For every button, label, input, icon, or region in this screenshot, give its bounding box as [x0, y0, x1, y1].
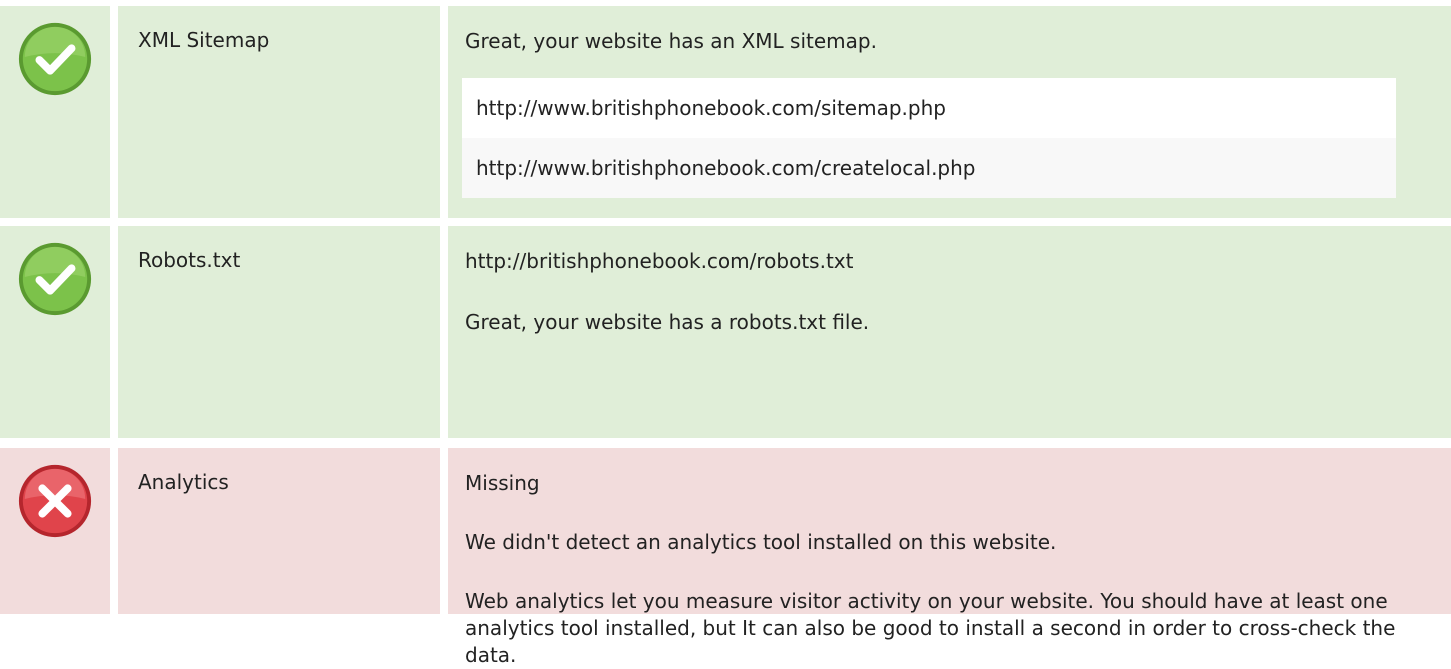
analytics-status: Missing: [465, 471, 540, 495]
check-name-cell: Robots.txt: [118, 226, 440, 438]
sitemap-url-list: http://www.britishphonebook.com/sitemap.…: [462, 78, 1396, 198]
sitemap-url[interactable]: http://www.britishphonebook.com/createlo…: [462, 138, 1396, 198]
check-detail-cell: Missing We didn't detect an analytics to…: [448, 448, 1451, 667]
check-circle-icon: [18, 22, 92, 96]
check-name-cell: XML Sitemap: [118, 6, 440, 218]
status-cell: [0, 6, 110, 218]
seo-checks-table: XML Sitemap Great, your website has an X…: [0, 0, 1451, 667]
status-cell: [0, 226, 110, 438]
check-detail-cell: Great, your website has an XML sitemap. …: [448, 6, 1451, 218]
analytics-advice: Web analytics let you measure visitor ac…: [465, 589, 1396, 667]
check-row-xml-sitemap: XML Sitemap Great, your website has an X…: [0, 6, 1451, 218]
check-name: XML Sitemap: [138, 28, 270, 52]
check-row-robots-txt: Robots.txt http://britishphonebook.com/r…: [0, 226, 1451, 438]
x-circle-icon: [18, 464, 92, 538]
robots-url[interactable]: http://britishphonebook.com/robots.txt: [465, 248, 1451, 274]
robots-message: Great, your website has a robots.txt fil…: [465, 310, 870, 334]
check-name: Analytics: [138, 470, 229, 494]
analytics-message: We didn't detect an analytics tool insta…: [465, 530, 1057, 554]
check-circle-icon: [18, 242, 92, 316]
check-name: Robots.txt: [138, 248, 241, 272]
check-row-analytics: Analytics Missing We didn't detect an an…: [0, 448, 1451, 667]
sitemap-url[interactable]: http://www.britishphonebook.com/sitemap.…: [462, 78, 1396, 138]
status-cell: [0, 448, 110, 614]
sitemap-message: Great, your website has an XML sitemap.: [465, 29, 877, 53]
check-name-cell: Analytics: [118, 448, 440, 614]
check-detail-cell: http://britishphonebook.com/robots.txt G…: [448, 226, 1451, 438]
